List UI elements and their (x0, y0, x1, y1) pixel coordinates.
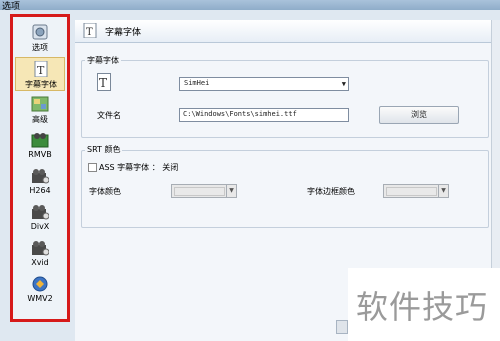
srt-group-label: SRT 颜色 (85, 144, 123, 155)
font-color-label: 字体颜色 (89, 187, 121, 196)
scrollbar[interactable] (491, 20, 500, 270)
sidebar-item-wmv2[interactable]: WMV2 (15, 273, 65, 307)
sidebar-item-subtitle-font[interactable]: T 字幕字体 (15, 57, 65, 91)
wmv2-icon (32, 276, 48, 292)
font-select-value: SimHei (184, 79, 210, 87)
sidebar-item-label: 选项 (32, 43, 48, 52)
font-select[interactable]: SimHei ▼ (179, 77, 349, 91)
font-group-label: 字幕字体 (85, 55, 121, 66)
rmvb-film-icon (31, 133, 49, 148)
h264-film-icon (32, 169, 49, 184)
chevron-down-icon: ▼ (226, 185, 236, 197)
xvid-film-icon (32, 241, 49, 256)
ass-font-checkbox[interactable] (88, 163, 97, 172)
browse-button[interactable]: 浏览 (379, 106, 459, 124)
svg-text:T: T (37, 64, 45, 77)
options-icon (32, 24, 48, 40)
svg-text:T: T (86, 27, 93, 38)
font-color-picker[interactable]: ▼ (171, 184, 237, 198)
panel-header: T 字幕字体 (75, 20, 495, 43)
sidebar-item-h264[interactable]: H264 (15, 165, 65, 199)
sidebar-item-options[interactable]: 选项 (15, 21, 65, 55)
advanced-icon (31, 96, 49, 112)
border-color-label: 字体边框颜色 (307, 187, 355, 196)
sidebar-item-divx[interactable]: DivX (15, 201, 65, 235)
watermark-text: 软件技巧 (356, 288, 489, 326)
sidebar-item-label: 高级 (32, 115, 48, 124)
divx-film-icon (32, 205, 49, 220)
sidebar-item-advanced[interactable]: 高级 (15, 93, 65, 127)
chevron-down-icon: ▼ (341, 80, 346, 88)
font-file-path-value: C:\Windows\Fonts\simhei.ttf (183, 110, 297, 118)
sidebar: 选项 T 字幕字体 高级 RMVB H264 DivX Xvid WMV2 (10, 14, 70, 322)
subtitle-font-icon: T (83, 23, 97, 38)
chevron-down-icon: ▼ (438, 185, 448, 197)
sidebar-item-label: 字幕字体 (25, 80, 57, 89)
ass-font-label: ASS 字幕字体 ： 关闭 (99, 163, 179, 172)
sidebar-item-label: WMV2 (27, 294, 53, 303)
border-color-swatch (386, 187, 437, 196)
bottom-button[interactable] (336, 320, 348, 334)
sidebar-item-label: RMVB (28, 150, 52, 159)
font-file-path-field[interactable]: C:\Windows\Fonts\simhei.ttf (179, 108, 349, 122)
subtitle-font-icon: T (34, 61, 48, 77)
font-color-swatch (174, 187, 225, 196)
file-name-label: 文件名 (97, 111, 121, 120)
sidebar-item-label: Xvid (31, 258, 49, 267)
sidebar-item-rmvb[interactable]: RMVB (15, 129, 65, 163)
watermark: 软件技巧 (348, 268, 500, 341)
sidebar-item-label: DivX (30, 222, 50, 231)
sidebar-item-xvid[interactable]: Xvid (15, 237, 65, 271)
sidebar-item-label: H264 (29, 186, 51, 195)
font-group (81, 60, 489, 138)
font-file-icon: T (97, 73, 111, 91)
title-bar: 选项 (0, 0, 500, 12)
svg-text:T: T (99, 76, 107, 90)
page-title: 字幕字体 (105, 28, 142, 38)
border-color-picker[interactable]: ▼ (383, 184, 449, 198)
